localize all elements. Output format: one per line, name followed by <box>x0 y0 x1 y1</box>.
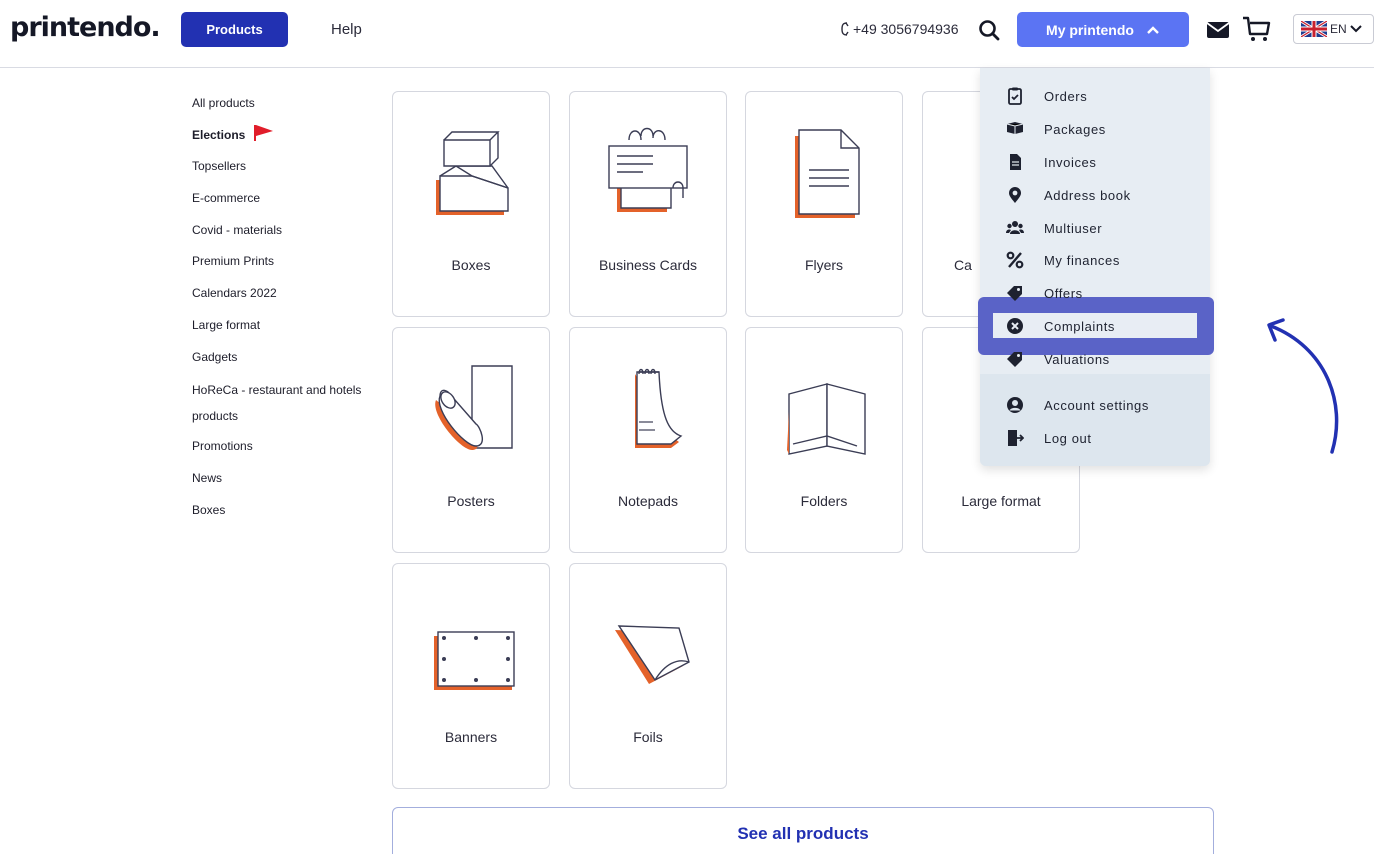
my-printendo-label: My printendo <box>1046 21 1134 38</box>
sidebar-item-e-commerce[interactable]: E-commerce <box>192 187 362 219</box>
menu-item-complaints[interactable]: Complaints <box>980 315 1210 337</box>
package-icon <box>1006 122 1024 134</box>
logout-icon <box>1008 430 1024 446</box>
product-card-folders[interactable]: Folders <box>745 327 903 553</box>
language-selector[interactable]: EN <box>1293 14 1374 44</box>
menu-item-orders[interactable]: Orders <box>980 85 1210 107</box>
x-circle-icon <box>1007 318 1023 334</box>
product-card-notepads[interactable]: Notepads <box>569 327 727 553</box>
menu-item-log-out[interactable]: Log out <box>980 427 1210 449</box>
product-label: Posters <box>447 493 495 509</box>
menu-item-label: My finances <box>1044 252 1120 268</box>
phone-link[interactable]: +49 3056794936 <box>840 21 959 37</box>
banner-icon <box>434 631 515 690</box>
product-card-banners[interactable]: Banners <box>392 563 550 789</box>
menu-item-label: Packages <box>1044 121 1106 137</box>
product-card-posters[interactable]: Posters <box>392 327 550 553</box>
menu-item-label: Offers <box>1044 285 1083 301</box>
poster-icon <box>435 365 513 450</box>
product-label: Flyers <box>804 257 844 273</box>
product-card-business-cards[interactable]: Business Cards <box>569 91 727 317</box>
annotation-arrow-icon <box>1267 318 1339 454</box>
box-icon <box>436 131 509 215</box>
uk-flag-icon <box>1301 21 1327 37</box>
phone-icon <box>841 22 849 36</box>
sidebar-item-elections[interactable]: Elections <box>192 124 362 156</box>
menu-item-label: Address book <box>1044 187 1131 203</box>
flyer-icon <box>795 129 860 218</box>
sidebar-item-large-format[interactable]: Large format <box>192 314 362 346</box>
clipboard-check-icon <box>1008 87 1022 105</box>
logo[interactable]: printendo. <box>10 12 161 43</box>
menu-item-label: Account settings <box>1044 397 1149 413</box>
mail-icon[interactable] <box>1206 21 1230 39</box>
product-label: Notepads <box>618 493 678 509</box>
menu-item-my-finances[interactable]: My finances <box>980 249 1210 271</box>
percent-icon <box>1006 251 1024 269</box>
product-card-boxes[interactable]: Boxes <box>392 91 550 317</box>
sidebar-item-gadgets[interactable]: Gadgets <box>192 346 362 378</box>
menu-item-invoices[interactable]: Invoices <box>980 151 1210 173</box>
help-link[interactable]: Help <box>331 21 362 38</box>
sidebar-item-horeca[interactable]: HoReCa - restaurant and hotels products <box>192 377 362 435</box>
category-sidebar: All products Elections Topsellers E-comm… <box>192 92 362 530</box>
invoice-icon <box>1010 154 1021 170</box>
product-label: Boxes <box>451 257 491 273</box>
menu-item-address-book[interactable]: Address book <box>980 184 1210 206</box>
sidebar-item-promotions[interactable]: Promotions <box>192 435 362 467</box>
cart-icon[interactable] <box>1242 15 1272 43</box>
sidebar-item-calendars-2022[interactable]: Calendars 2022 <box>192 282 362 314</box>
products-button[interactable]: Products <box>181 12 288 47</box>
dropdown-account-section <box>980 374 1210 466</box>
menu-item-label: Orders <box>1044 88 1088 104</box>
sidebar-item-boxes[interactable]: Boxes <box>192 499 362 531</box>
menu-item-offers[interactable]: Offers <box>980 282 1210 304</box>
foil-icon <box>615 625 690 684</box>
tag-icon <box>1007 286 1022 301</box>
language-code: EN <box>1330 22 1347 36</box>
menu-item-label: Log out <box>1044 430 1092 446</box>
product-card-flyers[interactable]: Flyers <box>745 91 903 317</box>
sidebar-item-news[interactable]: News <box>192 467 362 499</box>
menu-item-valuations[interactable]: Valuations <box>980 348 1210 370</box>
menu-item-label: Complaints <box>1044 318 1116 334</box>
product-label: Folders <box>800 493 848 509</box>
menu-item-multiuser[interactable]: Multiuser <box>980 217 1210 239</box>
chevron-down-icon <box>1349 25 1362 33</box>
chevron-up-icon <box>1147 25 1159 34</box>
user-icon <box>1007 397 1023 413</box>
folder-icon <box>787 383 866 455</box>
tag-icon <box>1007 352 1022 367</box>
sidebar-item-topsellers[interactable]: Topsellers <box>192 155 362 187</box>
sidebar-item-all-products[interactable]: All products <box>192 92 362 124</box>
business-card-icon <box>608 127 688 212</box>
product-label: Large format <box>961 493 1041 509</box>
my-printendo-button[interactable]: My printendo <box>1017 12 1189 47</box>
search-icon[interactable] <box>978 19 1000 41</box>
sidebar-item-covid-materials[interactable]: Covid - materials <box>192 219 362 251</box>
product-card-foils[interactable]: Foils <box>569 563 727 789</box>
users-icon <box>1006 221 1024 234</box>
phone-number: +49 3056794936 <box>853 21 959 37</box>
map-pin-icon <box>1009 187 1021 203</box>
see-all-products-button[interactable]: See all products <box>392 807 1214 854</box>
menu-item-label: Invoices <box>1044 154 1097 170</box>
sidebar-item-premium-prints[interactable]: Premium Prints <box>192 250 362 282</box>
red-flag-icon <box>254 124 274 141</box>
product-label: Business Cards <box>598 257 698 273</box>
top-navigation-bar: printendo. Products Help +49 3056794936 … <box>0 0 1374 68</box>
product-label: Foils <box>633 729 663 745</box>
product-label: Banners <box>444 729 498 745</box>
menu-item-account-settings[interactable]: Account settings <box>980 394 1210 416</box>
menu-item-label: Multiuser <box>1044 220 1103 236</box>
sidebar-item-label: Elections <box>192 127 246 142</box>
menu-item-label: Valuations <box>1044 351 1110 367</box>
menu-item-packages[interactable]: Packages <box>980 118 1210 140</box>
notepad-icon <box>635 368 683 448</box>
